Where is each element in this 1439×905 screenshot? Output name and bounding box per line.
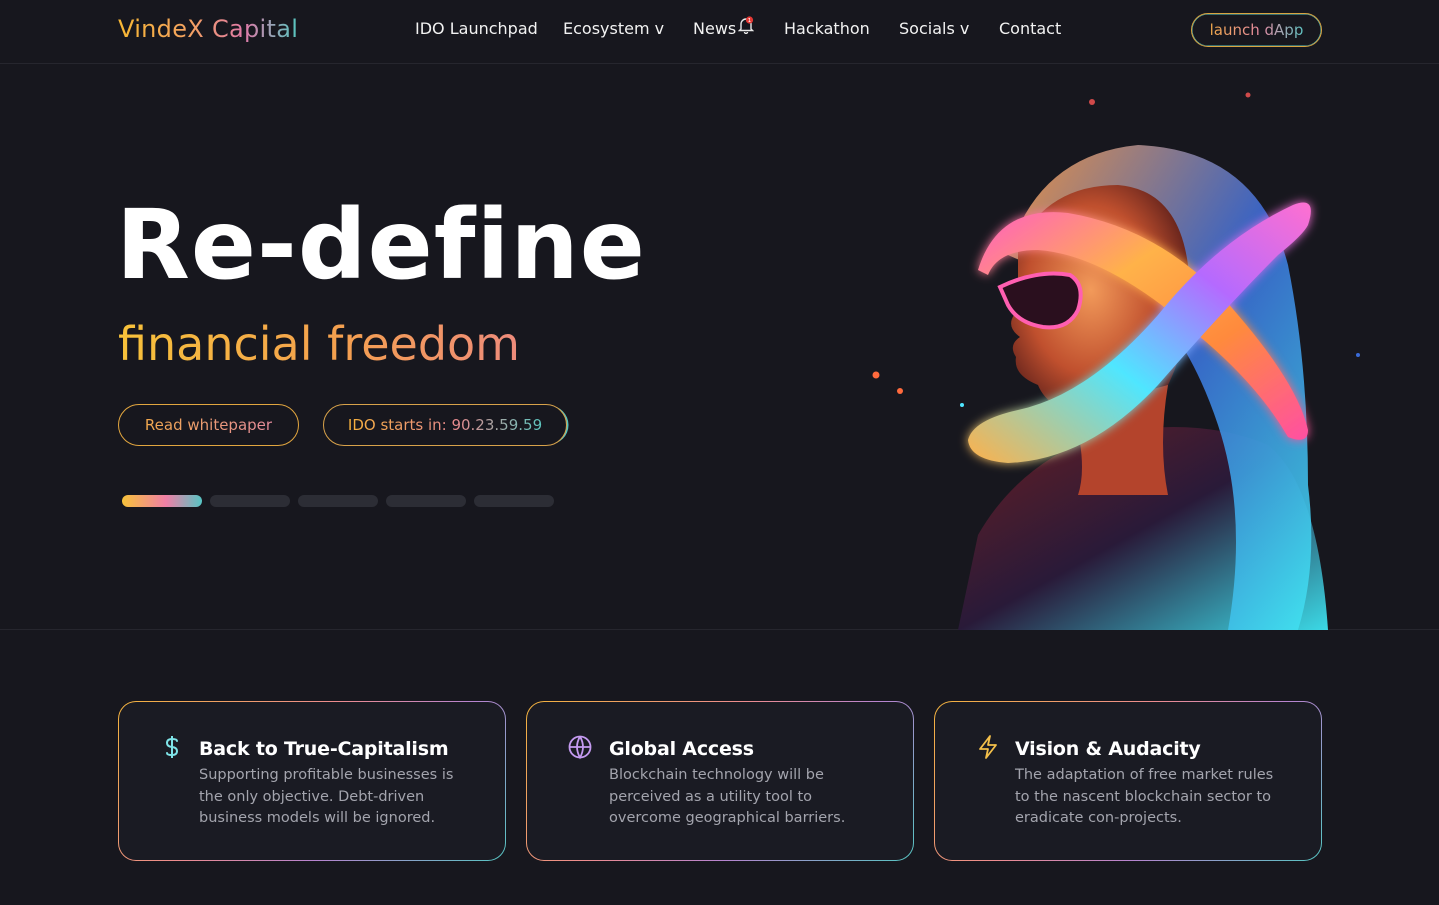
slider-dot-4[interactable] bbox=[386, 495, 466, 507]
hero-illustration bbox=[872, 92, 1360, 630]
read-whitepaper-button[interactable]: Read whitepaper bbox=[118, 404, 299, 446]
feature-card-capitalism: Back to True-Capitalism Supporting profi… bbox=[118, 701, 506, 861]
slider-dot-2[interactable] bbox=[210, 495, 290, 507]
globe-icon bbox=[568, 735, 592, 760]
launch-dapp-label: launch dApp bbox=[1209, 21, 1304, 39]
nav-ido-launchpad[interactable]: IDO Launchpad bbox=[415, 19, 538, 38]
lightning-icon bbox=[979, 735, 997, 759]
feature-text: Blockchain technology will be perceived … bbox=[609, 767, 846, 826]
hero-title: Re-define bbox=[116, 189, 646, 301]
slider-dot-1[interactable] bbox=[122, 495, 202, 507]
read-whitepaper-label: Read whitepaper bbox=[144, 416, 273, 434]
nav-socials[interactable]: Socials v bbox=[899, 19, 969, 38]
nav-ecosystem[interactable]: Ecosystem v bbox=[563, 19, 664, 38]
feature-card-global-access: Global Access Blockchain technology will… bbox=[526, 701, 914, 861]
ido-countdown-button[interactable]: IDO starts in: 90.23.59.59 bbox=[323, 404, 567, 446]
launch-dapp-button[interactable]: launch dApp bbox=[1191, 13, 1322, 47]
slider-dot-3[interactable] bbox=[298, 495, 378, 507]
feature-text: Supporting profitable businesses is the … bbox=[199, 767, 454, 826]
notification-bell-icon[interactable]: 1 bbox=[738, 16, 754, 34]
feature-card-vision: Vision & Audacity The adaptation of free… bbox=[934, 701, 1322, 861]
ido-countdown-label: IDO starts in: 90.23.59.59 bbox=[347, 416, 543, 434]
feature-title: Global Access bbox=[609, 738, 754, 760]
nav-contact[interactable]: Contact bbox=[999, 19, 1061, 38]
news-badge-count: 1 bbox=[748, 18, 752, 24]
feature-title: Vision & Audacity bbox=[1015, 738, 1201, 760]
nav-news[interactable]: News bbox=[693, 19, 736, 38]
slider-dot-5[interactable] bbox=[474, 495, 554, 507]
nav-hackathon[interactable]: Hackathon bbox=[784, 19, 870, 38]
feature-title: Back to True-Capitalism bbox=[199, 738, 449, 760]
hero-section: Re-define financial freedom Read whitepa… bbox=[0, 65, 1439, 630]
hero-subtitle: financial freedom bbox=[118, 317, 520, 371]
dollar-icon bbox=[165, 736, 179, 758]
top-navbar: VindeX Capital IDO Launchpad Ecosystem v… bbox=[0, 0, 1439, 64]
feature-text: The adaptation of free market rules to t… bbox=[1015, 767, 1274, 826]
brand-logo[interactable]: VindeX Capital bbox=[118, 15, 298, 43]
